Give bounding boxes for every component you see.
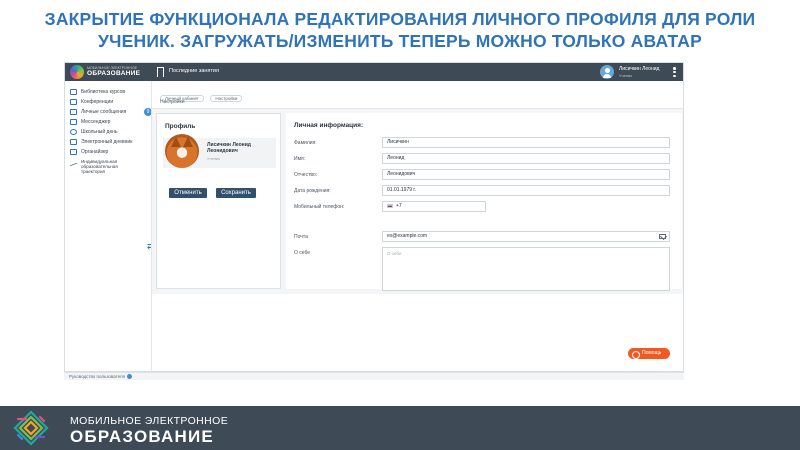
phone-value: +7 (396, 203, 402, 209)
app-window: МОБИЛЬНОЕ ЭЛЕКТРОННОЕ ОБРАЗОВАНИЕ Послед… (64, 62, 684, 372)
name-field[interactable]: Леонид (382, 153, 670, 164)
sidebar-item-label: Конференции (81, 99, 114, 105)
sidebar-item-trajectory[interactable]: Индивидуальная образовательная траектори… (70, 157, 150, 176)
logo-main-text: ОБРАЗОВАНИЕ (87, 70, 141, 77)
email-field[interactable]: ex@example.com (382, 231, 670, 242)
about-label: О себе (294, 250, 311, 256)
profile-title: Профиль (165, 123, 196, 130)
field-label: Мобильный телефон: (294, 204, 345, 210)
profile-info-row: Лисичкин Леонид Леонидович Ученик (163, 134, 276, 168)
calendar-icon (70, 149, 77, 155)
library-icon (70, 89, 77, 95)
logo-icon[interactable] (70, 65, 84, 79)
profile-patronymic: Леонидович (207, 148, 238, 154)
page-title: Настройки (160, 99, 185, 105)
help-button[interactable]: Помощь (628, 348, 670, 359)
sidebar-item-label: Школьный день (81, 129, 118, 135)
field-label: Дата рождения: (294, 188, 331, 194)
brand-logo-icon (13, 410, 49, 446)
sidebar-item-school-day[interactable]: Школьный день (70, 128, 150, 137)
profile-role: Ученик (207, 156, 221, 161)
sidebar: Библиотека курсов Конференции Личные соо… (65, 81, 155, 371)
bookmark-icon[interactable] (157, 67, 164, 78)
sidebar-item-label: Личные сообщения (81, 109, 127, 115)
field-label: Имя: (294, 156, 306, 162)
sidebar-item-organizer[interactable]: Органайзер (70, 148, 150, 157)
sidebar-item-diary[interactable]: Электронный дневник (70, 138, 150, 147)
brand-banner: МОБИЛЬНОЕ ЭЛЕКТРОННОЕ ОБРАЗОВАНИЕ (0, 406, 800, 450)
brand-top-text: МОБИЛЬНОЕ ЭЛЕКТРОННОЕ (70, 415, 229, 427)
sidebar-item-conferences[interactable]: Конференции (70, 98, 150, 107)
profile-avatar[interactable] (165, 134, 199, 168)
sidebar-item-label: Мессенджер (81, 119, 111, 125)
info-icon[interactable] (127, 374, 132, 379)
last-lessons-link[interactable]: Последние занятия (169, 68, 219, 74)
conference-icon (70, 99, 77, 105)
trajectory-icon (70, 157, 77, 167)
user-guide-link[interactable]: Руководство пользователя (69, 374, 125, 379)
field-label: Почта (294, 234, 308, 240)
footer-strip: Руководство пользователя (64, 372, 684, 380)
slide-title: ЗАКРЫТИЕ ФУНКЦИОНАЛА РЕДАКТИРОВАНИЯ ЛИЧН… (0, 8, 800, 52)
main-content: Личный кабинет Настройки Настройки Профи… (151, 81, 683, 371)
surname-field[interactable]: Лисичкин (382, 137, 670, 148)
russia-flag-icon (387, 203, 393, 208)
sidebar-item-messages[interactable]: Личные сообщения 9 (70, 108, 152, 117)
diary-icon (70, 139, 77, 145)
about-textarea[interactable]: О себе (382, 247, 670, 291)
sidebar-item-label: Индивидуальная образовательная траектори… (81, 159, 118, 174)
sidebar-item-label: Библиотека курсов (81, 89, 126, 95)
field-label: Фамилия: (294, 140, 317, 146)
user-avatar-icon[interactable] (600, 65, 614, 79)
slide-title-line2: УЧЕНИК. ЗАГРУЖАТЬ/ИЗМЕНИТЬ ТЕПЕРЬ МОЖНО … (98, 31, 702, 51)
field-label: Отчество: (294, 172, 318, 178)
mail-icon (659, 234, 666, 239)
clock-icon (70, 129, 77, 135)
user-name[interactable]: Лисичкин Леонид (619, 66, 659, 72)
breadcrumb-item[interactable]: Настройки (210, 95, 243, 102)
top-bar: МОБИЛЬНОЕ ЭЛЕКТРОННОЕ ОБРАЗОВАНИЕ Послед… (65, 63, 683, 81)
profile-card: Профиль Лисичкин Леонид Леонидович Учени… (156, 113, 281, 289)
email-value: ex@example.com (387, 233, 428, 239)
personal-info-form: Личная информация: Фамилия: Лисичкин Имя… (286, 113, 682, 291)
user-role: Ученик (619, 73, 633, 78)
patronymic-field[interactable]: Леонидович (382, 169, 670, 180)
sidebar-item-label: Электронный дневник (81, 139, 133, 145)
brand-main-text: ОБРАЗОВАНИЕ (70, 427, 214, 446)
sidebar-item-label: Органайзер (81, 149, 109, 155)
messages-icon (70, 109, 77, 115)
sidebar-item-messenger[interactable]: Мессенджер (70, 118, 150, 127)
form-title: Личная информация: (294, 122, 364, 129)
slide-title-line1: ЗАКРЫТИЕ ФУНКЦИОНАЛА РЕДАКТИРОВАНИЯ ЛИЧН… (44, 9, 756, 29)
save-button[interactable]: Сохранить (216, 188, 256, 198)
phone-field[interactable]: +7 (382, 201, 486, 212)
messenger-icon (70, 119, 77, 125)
kebab-menu-icon[interactable] (673, 67, 676, 78)
birthdate-field[interactable]: 01.01.1979 г. (382, 185, 670, 196)
cancel-button[interactable]: Отменить (169, 188, 207, 198)
breadcrumb: Личный кабинет Настройки (160, 87, 244, 102)
sidebar-item-library[interactable]: Библиотека курсов (70, 88, 150, 97)
